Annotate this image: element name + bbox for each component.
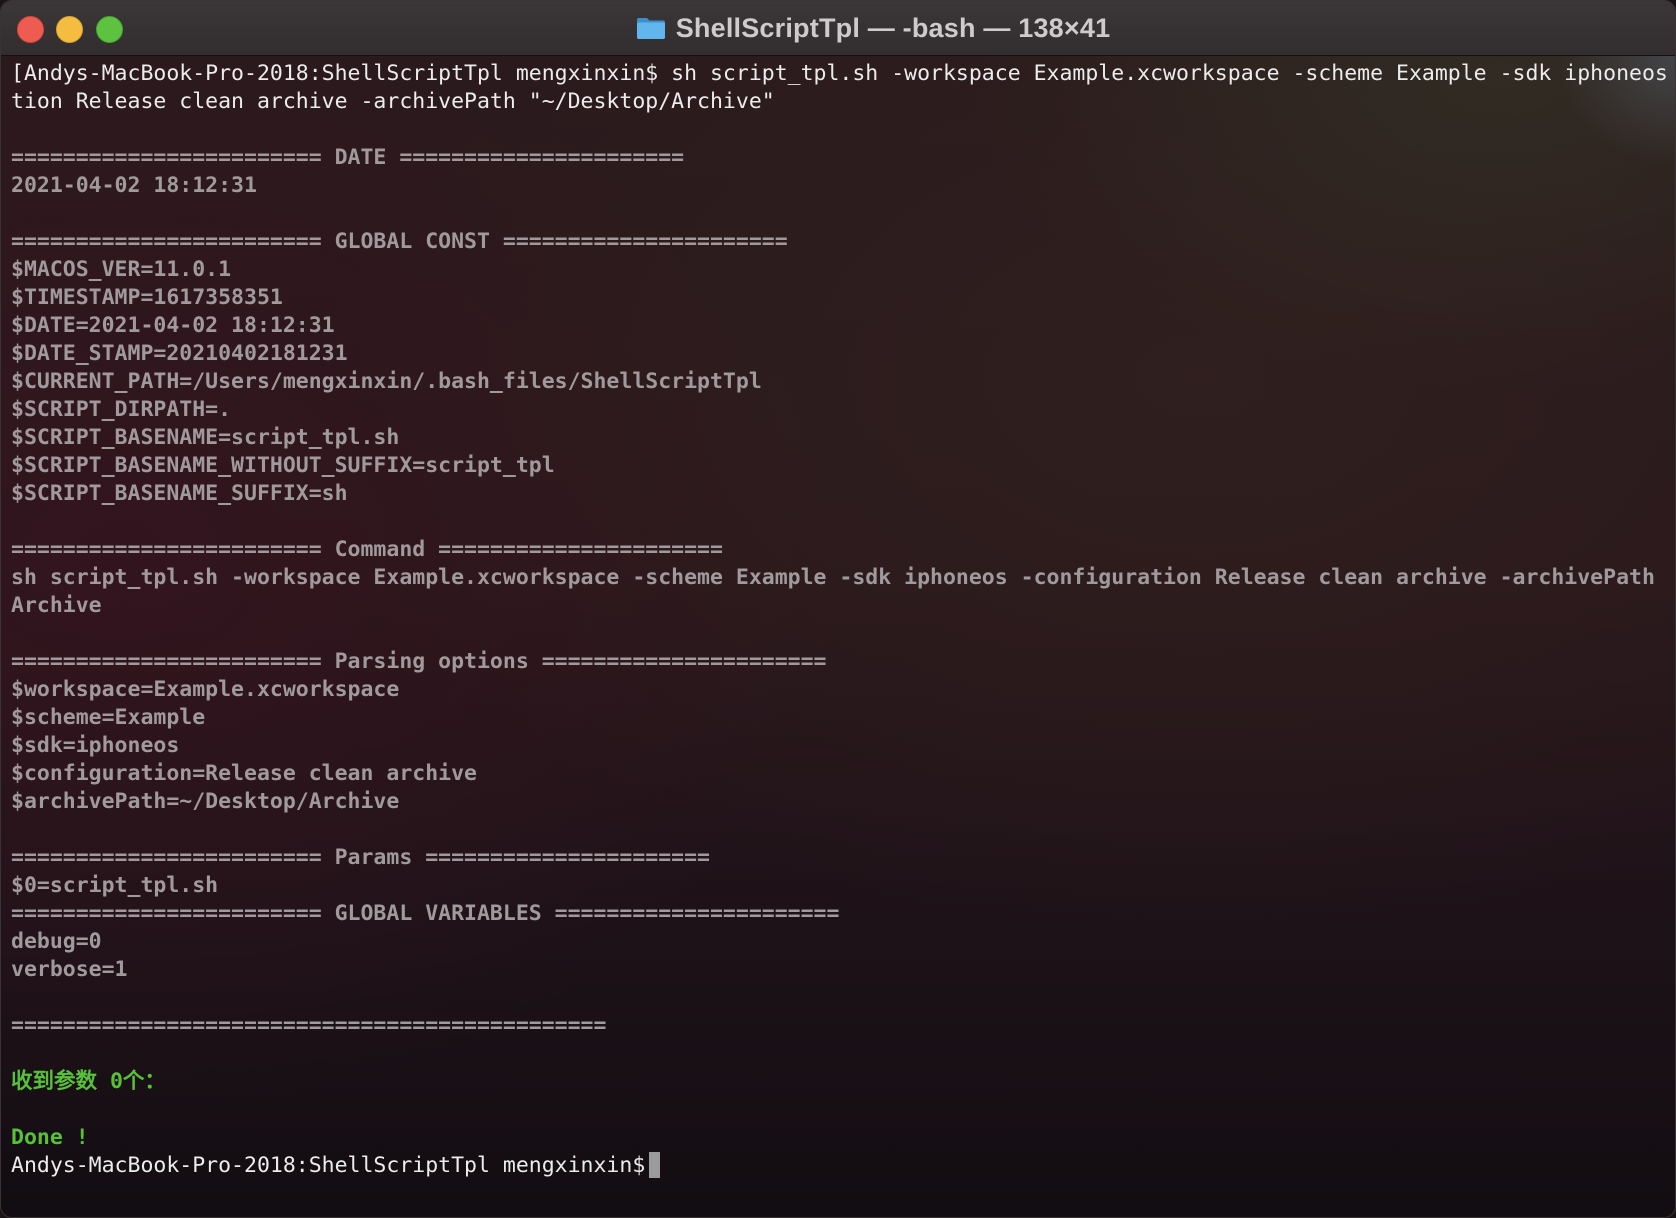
output-line: $SCRIPT_BASENAME_SUFFIX=sh [11, 481, 348, 506]
text-cursor [649, 1152, 661, 1178]
output-line: $workspace=Example.xcworkspace [11, 677, 400, 702]
output-line: Done ! [11, 1125, 89, 1150]
section-separator-line: ======================== Params ========… [11, 845, 710, 870]
output-line: $TIMESTAMP=1617358351 [11, 285, 283, 310]
prompt-line[interactable]: Andys-MacBook-Pro-2018:ShellScriptTpl me… [11, 1152, 1667, 1180]
output-line: $DATE_STAMP=20210402181231 [11, 341, 348, 366]
folder-icon [636, 18, 665, 39]
command-line: tion Release clean archive -archivePath … [11, 89, 775, 114]
output-line: $SCRIPT_DIRPATH=. [11, 397, 232, 422]
output-line: $archivePath=~/Desktop/Archive [11, 789, 400, 814]
output-line: $CURRENT_PATH=/Users/mengxinxin/.bash_fi… [11, 369, 762, 394]
shell-prompt: Andys-MacBook-Pro-2018:ShellScriptTpl me… [11, 1153, 646, 1178]
output-line: verbose=1 [11, 957, 128, 982]
window-title-group: ShellScriptTpl — -bash — 138×41 [1, 1, 1675, 55]
section-separator-line: ======================== Command =======… [11, 537, 723, 562]
terminal-window: ShellScriptTpl — -bash — 138×41 [Andys-M… [0, 0, 1676, 1218]
output-line: sh script_tpl.sh -workspace Example.xcwo… [11, 565, 1667, 590]
title-bar[interactable]: ShellScriptTpl — -bash — 138×41 [1, 1, 1675, 56]
output-line: $sdk=iphoneos [11, 733, 180, 758]
window-title: ShellScriptTpl — -bash — 138×41 [675, 12, 1111, 43]
output-line: $DATE=2021-04-02 18:12:31 [11, 313, 335, 338]
output-line: $SCRIPT_BASENAME_WITHOUT_SUFFIX=script_t… [11, 453, 555, 478]
section-separator-line: ======================== Parsing options… [11, 649, 827, 674]
output-line: 2021-04-02 18:12:31 [11, 173, 257, 198]
terminal-content[interactable]: [Andys-MacBook-Pro-2018:ShellScriptTpl m… [1, 56, 1675, 1217]
section-separator-line: ======================== GLOBAL VARIABLE… [11, 901, 840, 926]
section-separator-line: ======================== GLOBAL CONST ==… [11, 229, 788, 254]
command-line: [Andys-MacBook-Pro-2018:ShellScriptTpl m… [11, 61, 1667, 86]
output-line: $configuration=Release clean archive [11, 761, 477, 786]
output-line: $scheme=Example [11, 705, 206, 730]
output-line: Archive [11, 593, 102, 618]
output-line: debug=0 [11, 929, 102, 954]
section-separator-line: ========================================… [11, 1013, 607, 1038]
output-line: $MACOS_VER=11.0.1 [11, 257, 232, 282]
output-line: 收到参数 0个： [11, 1069, 166, 1094]
output-line: $SCRIPT_BASENAME=script_tpl.sh [11, 425, 400, 450]
section-separator-line: ======================== DATE ==========… [11, 145, 685, 170]
output-line: $0=script_tpl.sh [11, 873, 219, 898]
terminal-output: [Andys-MacBook-Pro-2018:ShellScriptTpl m… [11, 60, 1667, 1180]
